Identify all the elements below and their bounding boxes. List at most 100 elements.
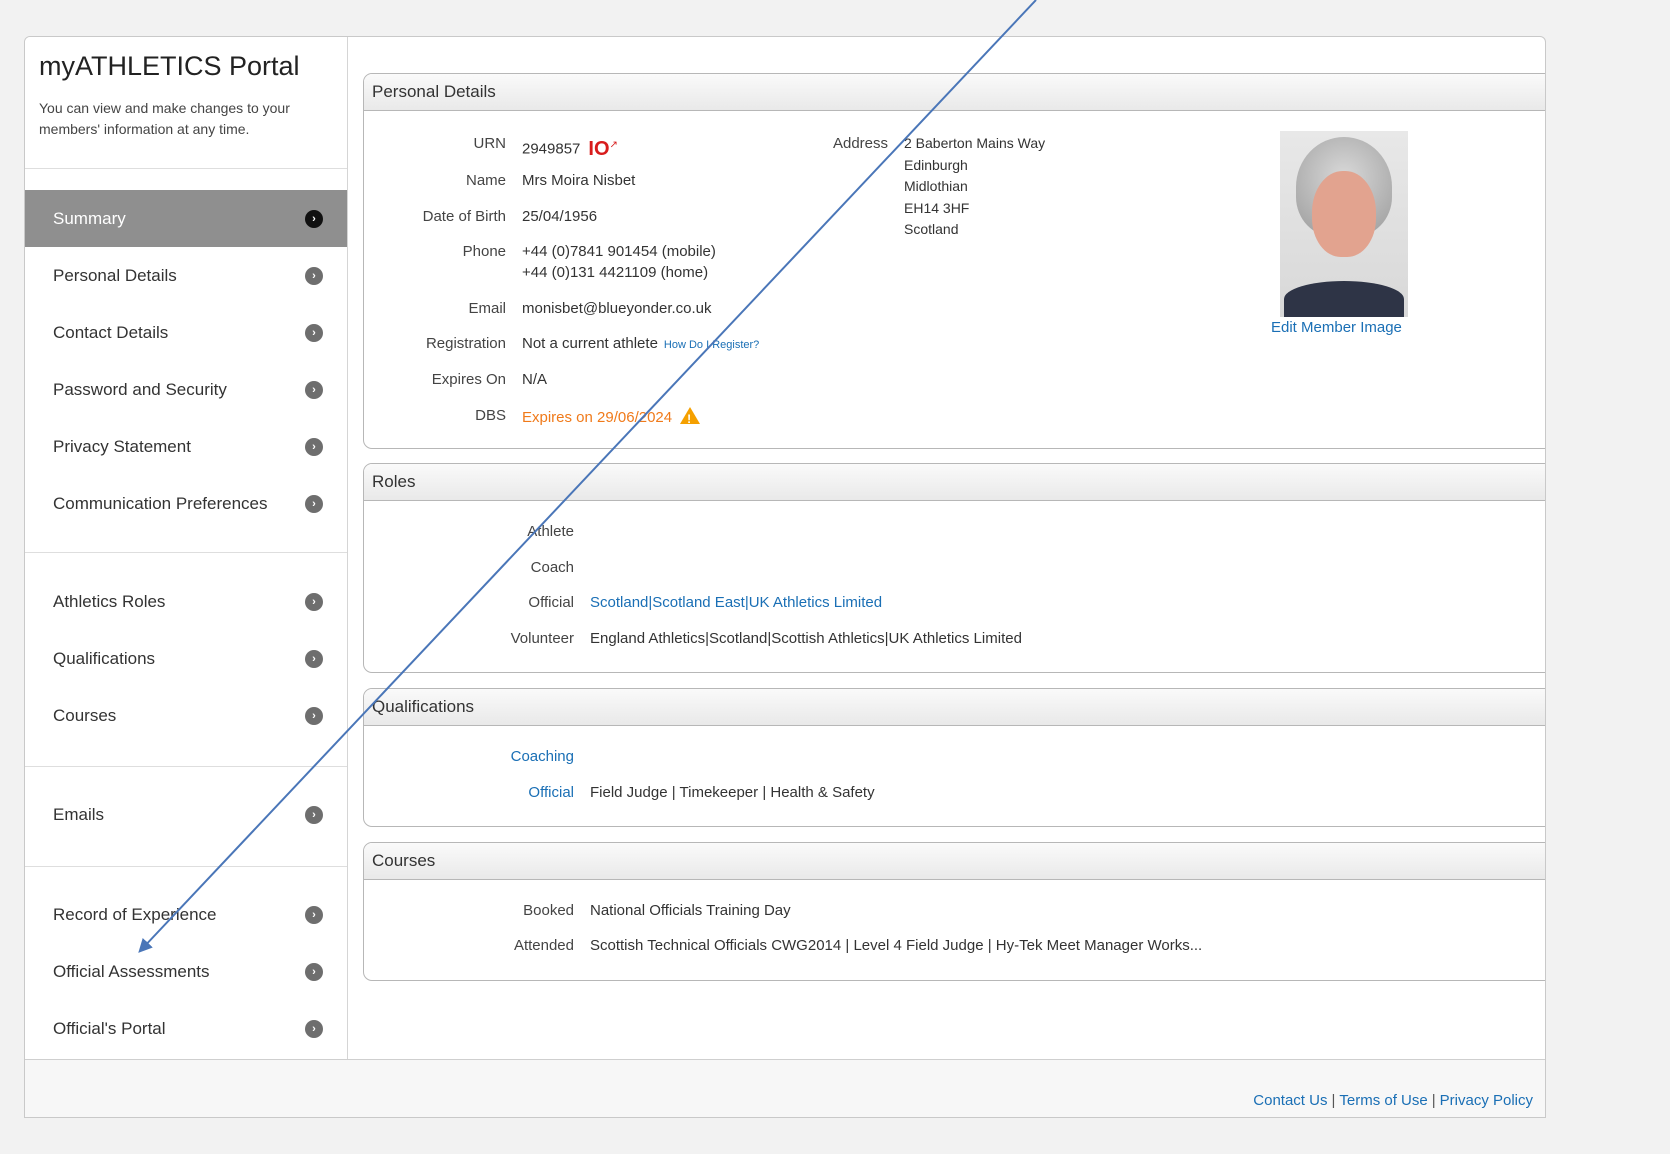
expires-label: Expires On	[431, 371, 506, 388]
address-line: Edinburgh	[904, 156, 968, 173]
sidebar-item-record-of-experience[interactable]: Record of Experience ›	[25, 886, 347, 943]
privacy-policy-link[interactable]: Privacy Policy	[1440, 1092, 1533, 1109]
sidebar-item-privacy-statement[interactable]: Privacy Statement ›	[25, 418, 347, 475]
name-value: Mrs Moira Nisbet	[522, 172, 636, 189]
registration-status: Not a current athlete	[522, 335, 658, 352]
sidebar-item-label: Password and Security	[53, 379, 227, 399]
chevron-right-icon: ›	[305, 323, 323, 342]
name-label: Name	[465, 172, 506, 189]
sidebar-item-label: Record of Experience	[53, 904, 217, 924]
official-label: Official	[528, 594, 574, 611]
sidebar-item-qualifications[interactable]: Qualifications ›	[25, 630, 347, 687]
chevron-right-icon: ›	[305, 494, 323, 513]
sidebar-divider	[25, 866, 347, 867]
dbs-expiry: Expires on 29/06/2024	[522, 409, 673, 426]
address-line: Scotland	[904, 221, 959, 237]
volunteer-value: England Athletics|Scotland|Scottish Athl…	[590, 630, 1022, 647]
sidebar-item-official-assessments[interactable]: Official Assessments ›	[25, 943, 347, 1000]
chevron-right-icon: ›	[305, 266, 323, 285]
panel-title: Courses	[364, 843, 1545, 880]
sidebar-item-label: Emails	[53, 804, 105, 824]
sidebar-divider	[25, 766, 347, 767]
sidebar-item-label: Official Assessments	[53, 961, 210, 981]
sidebar-item-contact-details[interactable]: Contact Details ›	[25, 304, 347, 361]
panel-title: Qualifications	[364, 689, 1545, 726]
sidebar-item-athletics-roles[interactable]: Athletics Roles ›	[25, 573, 347, 630]
urn-number: 2949857	[522, 140, 581, 158]
sidebar-item-label: Contact Details	[53, 322, 169, 342]
io-badge-text: IO	[588, 137, 610, 160]
phone-home: +44 (0)131 4421109 (home)	[522, 264, 709, 281]
sidebar-item-label: Privacy Statement	[53, 436, 191, 456]
qualifications-panel: Qualifications Coaching Official Field J…	[363, 688, 1545, 827]
sidebar-item-label: Communication Preferences	[53, 493, 268, 513]
coaching-link[interactable]: Coaching	[364, 746, 574, 767]
chevron-right-icon: ›	[305, 437, 323, 456]
panel-title: Roles	[364, 464, 1545, 501]
personal-details-panel: Personal Details URN 2949857 IO↗ Name Mrs…	[363, 73, 1545, 449]
portal-title: myATHLETICS Portal	[39, 51, 300, 81]
member-photo	[1280, 131, 1408, 317]
sidebar-item-label: Personal Details	[53, 265, 177, 285]
email-value: monisbet@blueyonder.co.uk	[522, 300, 712, 317]
chevron-right-icon: ›	[305, 962, 323, 981]
sidebar-item-label: Qualifications	[53, 648, 156, 668]
sidebar-item-courses[interactable]: Courses ›	[25, 687, 347, 744]
sidebar-item-communication-preferences[interactable]: Communication Preferences ›	[25, 475, 347, 532]
chevron-right-icon: ›	[305, 706, 323, 725]
sidebar: myATHLETICS Portal You can view and make…	[25, 37, 348, 1059]
dbs-value: Expires on 29/06/2024!	[522, 405, 701, 428]
sidebar-item-summary[interactable]: Summary ›	[25, 190, 347, 247]
chevron-right-icon: ›	[305, 1019, 323, 1038]
dob-value: 25/04/1956	[522, 208, 598, 225]
phone-mobile: +44 (0)7841 901454 (mobile)	[522, 243, 716, 260]
footer-separator: |	[1431, 1092, 1436, 1109]
attended-value: Scottish Technical Officials CWG2014 | L…	[590, 937, 1203, 954]
registration-label: Registration	[425, 335, 506, 352]
roles-panel: Roles Athlete Coach Official Scotland|Sc…	[363, 463, 1545, 673]
urn-value: 2949857 IO↗	[522, 133, 618, 160]
official-qualifications-value: Field Judge | Timekeeper | Health & Safe…	[590, 784, 875, 801]
coach-label: Coach	[530, 559, 574, 576]
footer-separator: |	[1331, 1092, 1336, 1109]
sidebar-item-password-security[interactable]: Password and Security ›	[25, 361, 347, 418]
chevron-right-icon: ›	[305, 380, 323, 399]
terms-of-use-link[interactable]: Terms of Use	[1339, 1092, 1427, 1109]
athlete-label: Athlete	[527, 523, 574, 540]
attended-label: Attended	[513, 937, 574, 954]
sidebar-item-label: Summary	[53, 208, 126, 228]
chevron-right-icon: ›	[305, 805, 323, 824]
warning-icon: !	[680, 407, 701, 426]
portal-description: You can view and make changes to your me…	[39, 100, 290, 137]
address-line: EH14 3HF	[904, 199, 970, 216]
chevron-right-icon: ›	[305, 649, 323, 668]
urn-label: URN	[473, 135, 507, 152]
contact-us-link[interactable]: Contact Us	[1253, 1092, 1327, 1109]
sidebar-item-officials-portal[interactable]: Official's Portal ›	[25, 1000, 347, 1057]
expires-value: N/A	[522, 371, 548, 388]
official-qualifications-link[interactable]: Official	[364, 782, 574, 803]
io-badge-icon: IO↗	[588, 137, 618, 160]
booked-label: Booked	[523, 902, 574, 919]
portal-frame: myATHLETICS Portal You can view and make…	[24, 36, 1546, 1118]
how-to-register-link[interactable]: How Do I Register?	[664, 339, 759, 351]
phone-label: Phone	[462, 243, 506, 260]
address-line: Midlothian	[904, 178, 968, 194]
sidebar-item-label: Courses	[53, 705, 117, 725]
sidebar-item-personal-details[interactable]: Personal Details ›	[25, 247, 347, 304]
sidebar-item-emails[interactable]: Emails ›	[25, 786, 347, 843]
sidebar-item-label: Official's Portal	[53, 1018, 166, 1038]
registration-value: Not a current athlete How Do I Register?	[522, 333, 759, 356]
official-roles-link[interactable]: Scotland|Scotland East|UK Athletics Limi…	[590, 592, 882, 613]
chevron-right-icon: ›	[305, 592, 323, 611]
photo-body	[1284, 281, 1404, 317]
edit-member-image-link[interactable]: Edit Member Image	[1271, 319, 1402, 336]
sidebar-item-label: Athletics Roles	[53, 591, 166, 611]
chevron-right-icon: ›	[305, 209, 323, 228]
dbs-label: DBS	[475, 407, 506, 424]
address-label: Address	[832, 135, 888, 152]
photo-face	[1312, 171, 1376, 257]
address-line: 2 Baberton Mains Way	[904, 135, 1046, 151]
footer: Contact Us | Terms of Use | Privacy Policy	[25, 1059, 1545, 1117]
chevron-right-icon: ›	[305, 905, 323, 924]
